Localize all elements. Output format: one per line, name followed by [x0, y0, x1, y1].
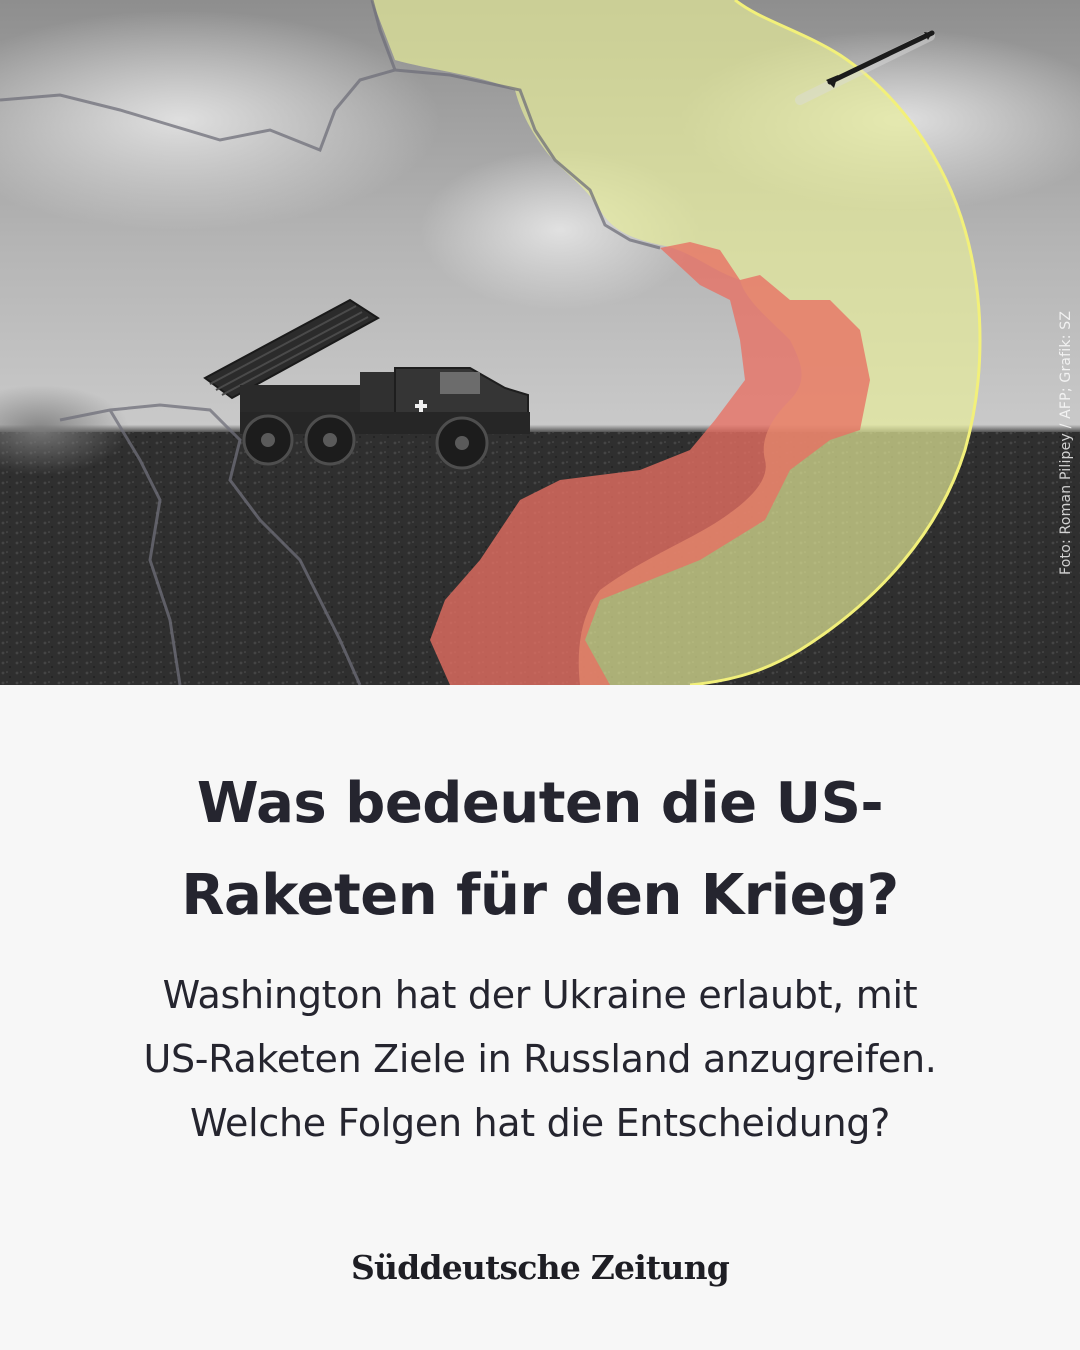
- headline: Was bedeuten die US- Raketen für den Kri…: [60, 758, 1020, 942]
- teaser-line-2: US-Raketen Ziele in Russland anzugreifen…: [143, 1037, 937, 1081]
- headline-line-1: Was bedeuten die US-: [196, 771, 884, 836]
- teaser-text: Washington hat der Ukraine erlaubt, mit …: [60, 963, 1020, 1155]
- photo-credit: Foto: Roman Pilipey / AFP; Grafik: SZ: [1058, 310, 1074, 575]
- photo-with-map-overlay: [0, 0, 1080, 685]
- teaser-line-1: Washington hat der Ukraine erlaubt, mit: [162, 973, 918, 1017]
- teaser-line-3: Welche Folgen hat die Entscheidung?: [190, 1101, 890, 1145]
- hero-image: Foto: Roman Pilipey / AFP; Grafik: SZ: [0, 0, 1080, 685]
- brand-logo: Süddeutsche Zeitung: [350, 1248, 730, 1287]
- headline-line-2: Raketen für den Krieg?: [181, 863, 899, 928]
